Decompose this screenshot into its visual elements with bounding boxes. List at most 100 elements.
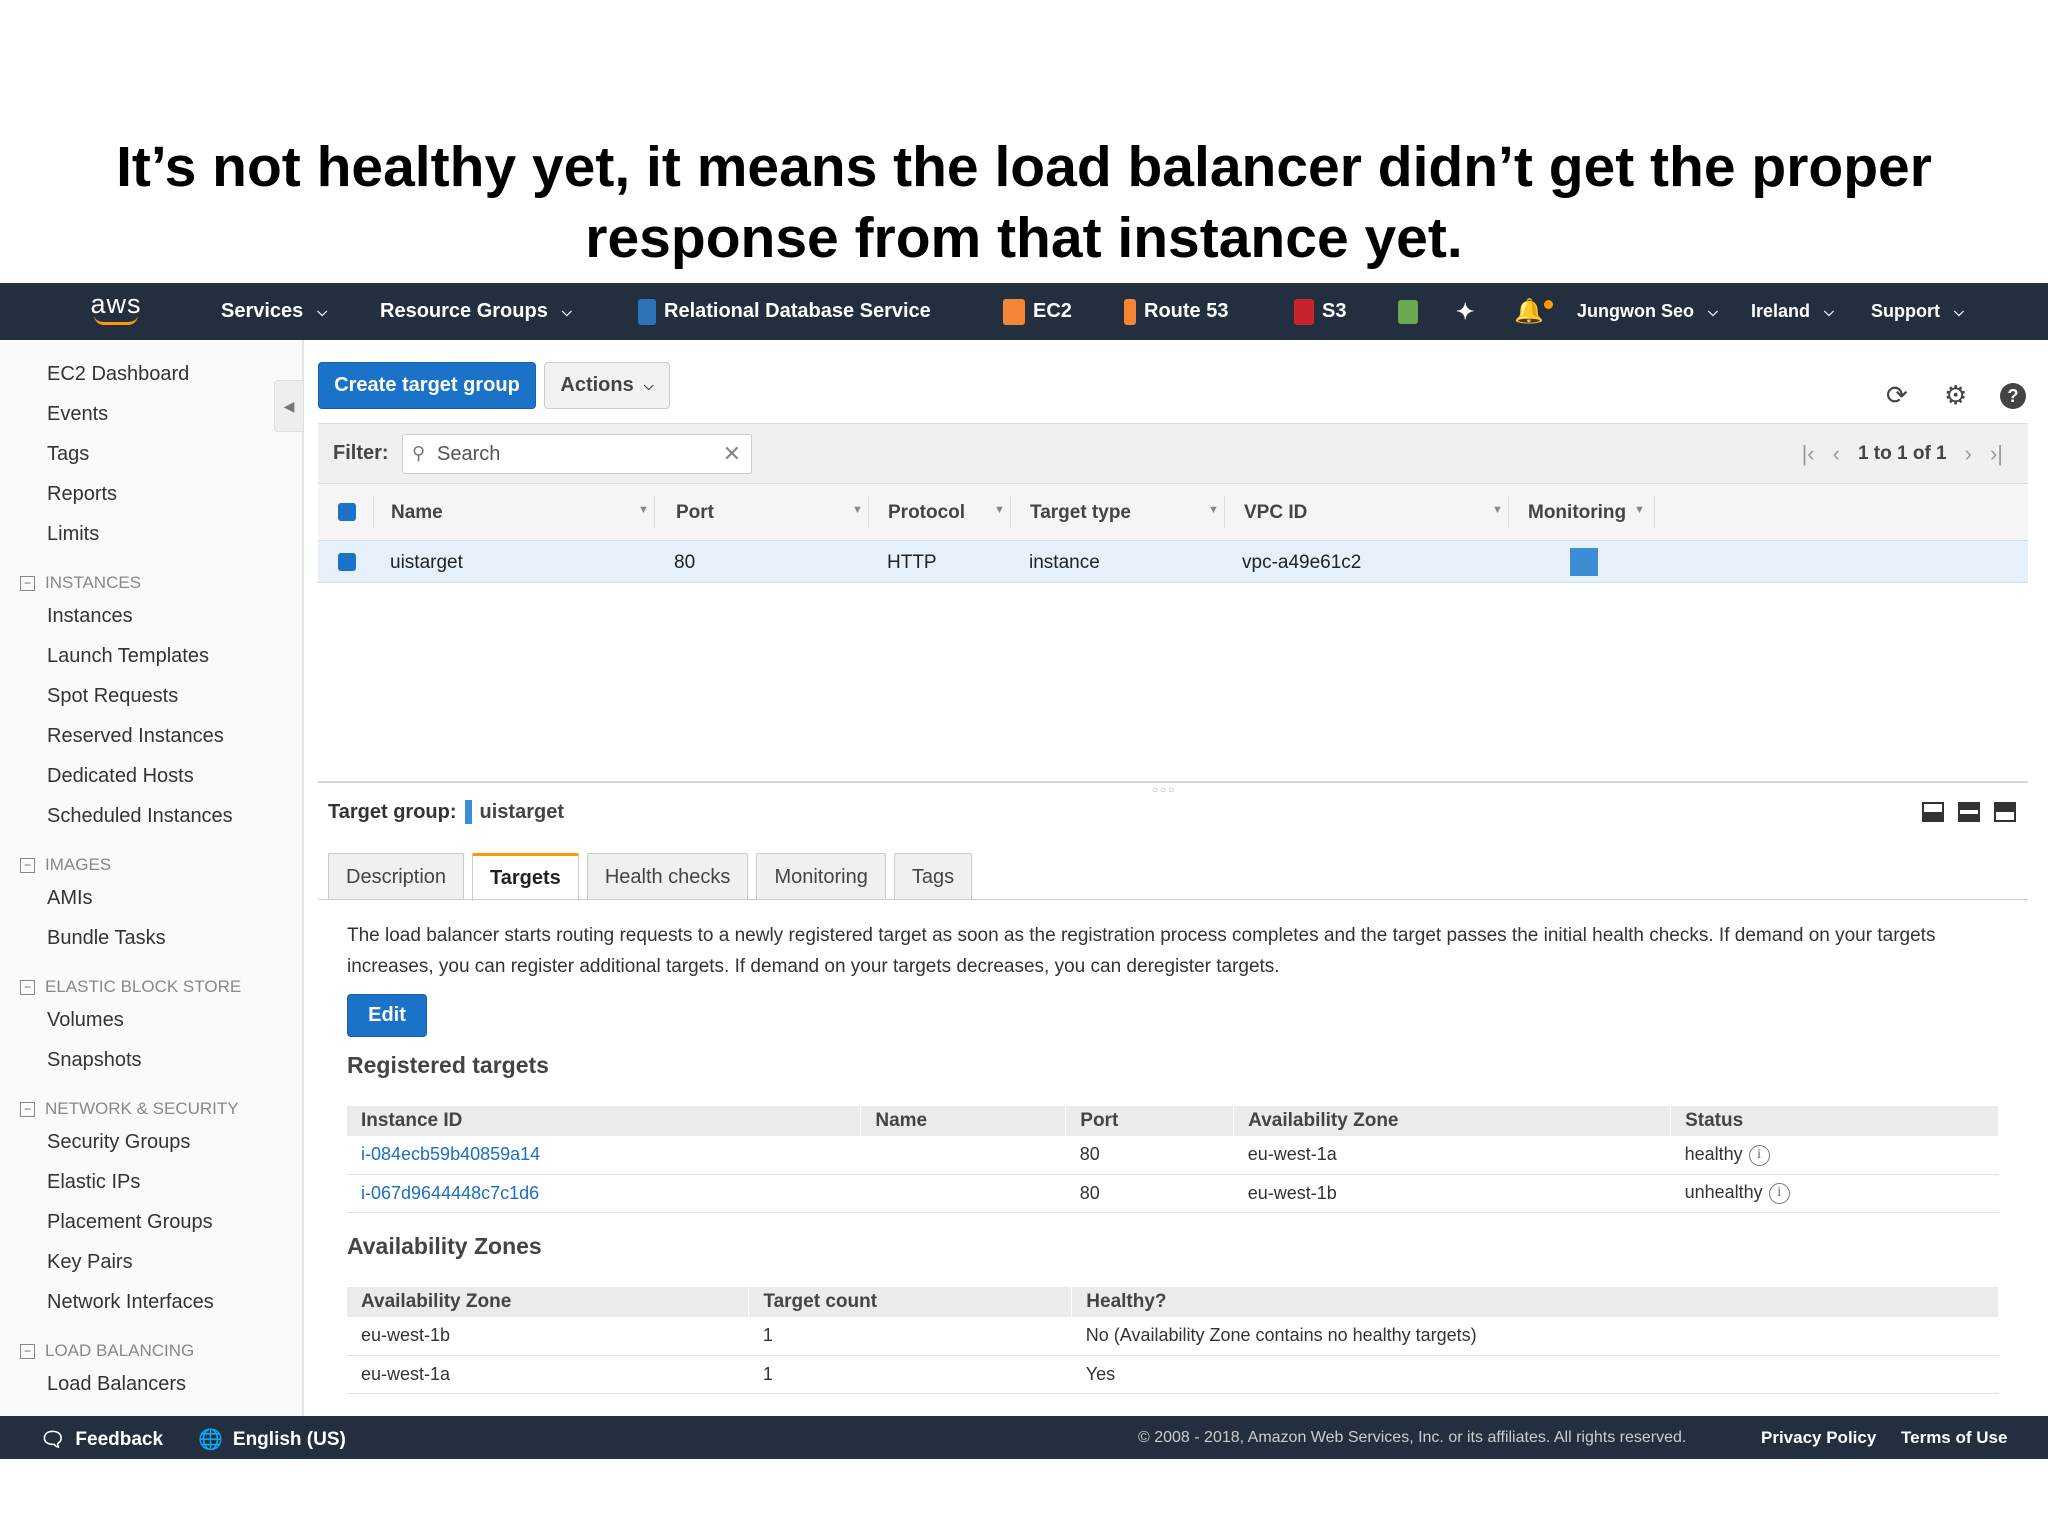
sidebar-item-amis[interactable]: AMIs xyxy=(47,887,93,910)
sidebar-item-limits[interactable]: Limits xyxy=(47,523,99,546)
create-target-group-button[interactable]: Create target group xyxy=(318,362,536,409)
sidebar-item-network-interfaces[interactable]: Network Interfaces xyxy=(47,1291,214,1314)
caption-line-2: response from that instance yet. xyxy=(585,206,1463,270)
registered-targets-heading: Registered targets xyxy=(347,1052,549,1078)
sidebar-item-instances[interactable]: Instances xyxy=(47,605,133,628)
chevron-left-icon: ◀ xyxy=(283,397,295,414)
shortcut-rds[interactable]: Relational Database Service xyxy=(638,283,931,340)
last-page-icon[interactable]: ›| xyxy=(1990,441,2003,467)
sort-icon[interactable]: ▼ xyxy=(1208,504,1219,516)
user-menu[interactable]: Jungwon Seo ⌵ xyxy=(1577,283,1718,340)
sidebar-item-security-groups[interactable]: Security Groups xyxy=(47,1131,190,1154)
table-row: i-067d9644448c7c1d6 80 eu-west-1b unheal… xyxy=(347,1174,1999,1213)
tab-description[interactable]: Description xyxy=(328,853,465,900)
info-icon[interactable]: i xyxy=(1748,1144,1770,1166)
sidebar-item-key-pairs[interactable]: Key Pairs xyxy=(47,1251,133,1274)
column-protocol[interactable]: Protocol xyxy=(888,502,965,524)
sort-icon[interactable]: ▼ xyxy=(1492,504,1503,516)
tab-tags[interactable]: Tags xyxy=(893,853,973,900)
s3-icon xyxy=(1294,298,1314,325)
sort-icon[interactable]: ▼ xyxy=(852,504,863,516)
sidebar-item-volumes[interactable]: Volumes xyxy=(47,1009,124,1032)
column-availability-zone: Availability Zone xyxy=(347,1287,750,1317)
select-all-checkbox[interactable] xyxy=(338,503,356,521)
layout-bottom-icon[interactable] xyxy=(1922,802,1944,822)
actions-dropdown[interactable]: Actions ⌵ xyxy=(544,362,670,409)
next-page-icon[interactable]: › xyxy=(1965,441,1972,467)
sidebar-item-scheduled-instances[interactable]: Scheduled Instances xyxy=(47,805,233,828)
collapse-icon: − xyxy=(20,1343,35,1359)
support-menu[interactable]: Support ⌵ xyxy=(1871,283,1964,340)
sort-icon[interactable]: ▼ xyxy=(1634,504,1645,516)
sidebar-item-snapshots[interactable]: Snapshots xyxy=(47,1049,142,1072)
sidebar-item-dedicated-hosts[interactable]: Dedicated Hosts xyxy=(47,765,194,788)
monitoring-icon[interactable] xyxy=(1570,548,1598,576)
sidebar-item-tags[interactable]: Tags xyxy=(47,443,89,466)
sidebar-section-elastic-block-store[interactable]: − ELASTIC BLOCK STORE xyxy=(20,977,241,997)
first-page-icon[interactable]: |‹ xyxy=(1802,441,1815,467)
cell-name: uistarget xyxy=(390,552,463,573)
region-menu[interactable]: Ireland ⌵ xyxy=(1751,283,1834,340)
column-name[interactable]: Name xyxy=(391,502,443,524)
sidebar-item-launch-templates[interactable]: Launch Templates xyxy=(47,645,209,668)
help-icon[interactable]: ? xyxy=(2000,383,2026,409)
shortcut-s3[interactable]: S3 xyxy=(1294,283,1346,340)
column-vpc-id[interactable]: VPC ID xyxy=(1244,502,1307,524)
terms-of-use-link[interactable]: Terms of Use xyxy=(1901,1428,2007,1448)
sidebar-item-bundle-tasks[interactable]: Bundle Tasks xyxy=(47,927,166,950)
resource-groups-menu[interactable]: Resource Groups ⌵ xyxy=(380,283,572,340)
sidebar-item-placement-groups[interactable]: Placement Groups xyxy=(47,1211,213,1234)
tab-targets[interactable]: Targets xyxy=(472,853,579,901)
sidebar-item-spot-requests[interactable]: Spot Requests xyxy=(47,685,178,708)
feedback-link[interactable]: 🗨 Feedback xyxy=(40,1427,163,1452)
detail-tabs: Description Targets Health checks Monito… xyxy=(328,853,973,901)
column-port[interactable]: Port xyxy=(676,502,714,524)
prev-page-icon[interactable]: ‹ xyxy=(1833,441,1840,467)
tab-monitoring[interactable]: Monitoring xyxy=(756,853,886,900)
search-input[interactable]: ⚲ Search ✕ xyxy=(402,434,752,474)
shortcut-elastic-beanstalk[interactable] xyxy=(1398,283,1418,340)
row-checkbox[interactable] xyxy=(338,553,356,571)
pin-icon[interactable]: ✦ xyxy=(1456,283,1474,340)
sidebar-item-load-balancers[interactable]: Load Balancers xyxy=(47,1373,186,1396)
instance-id-link[interactable]: i-067d9644448c7c1d6 xyxy=(347,1174,861,1213)
layout-top-icon[interactable] xyxy=(1994,802,2016,822)
column-monitoring[interactable]: Monitoring xyxy=(1528,502,1626,524)
column-target-type[interactable]: Target type xyxy=(1030,502,1131,524)
refresh-icon[interactable]: ⟳ xyxy=(1886,380,1908,411)
tab-health-checks[interactable]: Health checks xyxy=(586,853,749,900)
sidebar-item-elastic-ips[interactable]: Elastic IPs xyxy=(47,1171,140,1194)
sort-icon[interactable]: ▼ xyxy=(994,504,1005,516)
language-selector[interactable]: 🌐 English (US) xyxy=(198,1427,346,1452)
aws-logo[interactable]: aws xyxy=(84,289,148,333)
sidebar-section-instances[interactable]: − INSTANCES xyxy=(20,573,141,593)
layout-split-icon[interactable] xyxy=(1958,802,1980,822)
column-port: Port xyxy=(1065,1106,1235,1136)
sidebar-item-reports[interactable]: Reports xyxy=(47,483,117,506)
shortcut-route53[interactable]: Route 53 xyxy=(1124,283,1228,340)
sidebar-section-load-balancing[interactable]: − LOAD BALANCING xyxy=(20,1341,194,1361)
table-row[interactable]: uistarget 80 HTTP instance vpc-a49e61c2 xyxy=(318,541,2028,583)
drag-handle-icon[interactable]: ○○○ xyxy=(1152,785,1176,796)
shortcut-ec2[interactable]: EC2 xyxy=(1003,283,1072,340)
cell-zone: eu-west-1b xyxy=(1233,1174,1671,1213)
instance-id-link[interactable]: i-084ecb59b40859a14 xyxy=(347,1136,861,1175)
route53-icon xyxy=(1124,298,1136,325)
notifications-bell-icon[interactable]: 🔔 xyxy=(1514,283,1553,340)
cell-port: 80 xyxy=(674,552,696,573)
info-icon[interactable]: i xyxy=(1768,1182,1790,1204)
clear-search-icon[interactable]: ✕ xyxy=(723,441,741,467)
sidebar-item-events[interactable]: Events xyxy=(47,403,108,426)
services-menu[interactable]: Services ⌵ xyxy=(221,283,327,340)
page-count: 1 to 1 of 1 xyxy=(1857,443,1947,464)
sidebar-item-reserved-instances[interactable]: Reserved Instances xyxy=(47,725,224,748)
pane-splitter[interactable] xyxy=(318,781,2028,783)
sidebar-section-images[interactable]: − IMAGES xyxy=(20,855,111,875)
sort-icon[interactable]: ▼ xyxy=(638,504,649,516)
privacy-policy-link[interactable]: Privacy Policy xyxy=(1761,1428,1876,1448)
gear-icon[interactable]: ⚙ xyxy=(1944,380,1967,411)
edit-button[interactable]: Edit xyxy=(347,994,427,1037)
sidebar-collapse-button[interactable]: ◀ xyxy=(274,380,304,432)
sidebar-section-network-security[interactable]: − NETWORK & SECURITY xyxy=(20,1099,239,1119)
sidebar-item-ec2-dashboard[interactable]: EC2 Dashboard xyxy=(47,363,189,386)
